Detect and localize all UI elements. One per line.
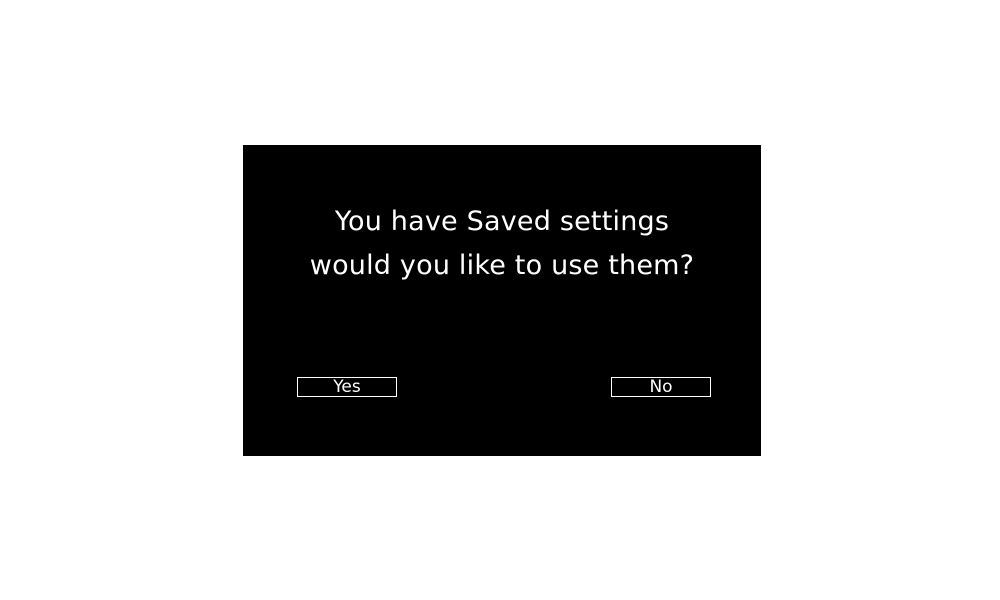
dialog-message-line-1: You have Saved settings bbox=[334, 206, 670, 237]
saved-settings-dialog: You have Saved settings would you like t… bbox=[243, 145, 761, 456]
yes-button[interactable]: Yes bbox=[297, 377, 397, 397]
no-button[interactable]: No bbox=[611, 377, 711, 397]
dialog-message-line-2: would you like to use them? bbox=[309, 250, 695, 281]
dialog-message: You have Saved settings would you like t… bbox=[243, 200, 761, 288]
